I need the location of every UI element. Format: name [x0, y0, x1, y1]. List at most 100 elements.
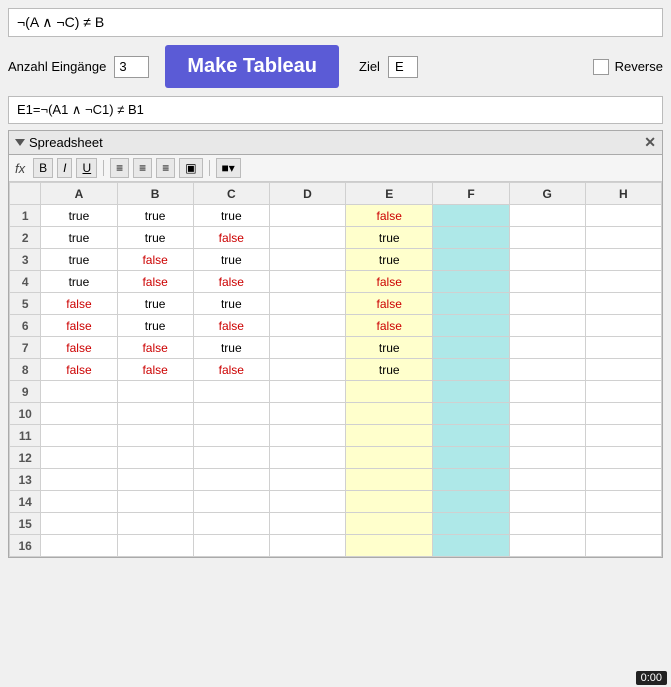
cell-g-1[interactable] — [509, 205, 585, 227]
cell-d-11[interactable] — [269, 425, 345, 447]
cell-a-13[interactable] — [41, 469, 117, 491]
cell-h-15[interactable] — [585, 513, 661, 535]
cell-c-4[interactable]: false — [193, 271, 269, 293]
cell-b-8[interactable]: false — [117, 359, 193, 381]
cell-b-14[interactable] — [117, 491, 193, 513]
cell-e-9[interactable] — [346, 381, 433, 403]
cell-d-9[interactable] — [269, 381, 345, 403]
cell-d-10[interactable] — [269, 403, 345, 425]
cell-b-1[interactable]: true — [117, 205, 193, 227]
cell-f-1[interactable] — [433, 205, 509, 227]
cell-c-11[interactable] — [193, 425, 269, 447]
cell-e-2[interactable]: true — [346, 227, 433, 249]
cell-e-7[interactable]: true — [346, 337, 433, 359]
cell-a-16[interactable] — [41, 535, 117, 557]
cell-d-14[interactable] — [269, 491, 345, 513]
format-button[interactable]: ■▾ — [216, 158, 241, 178]
cell-d-13[interactable] — [269, 469, 345, 491]
cell-a-12[interactable] — [41, 447, 117, 469]
align-center-button[interactable]: ≡ — [133, 158, 152, 178]
cell-f-6[interactable] — [433, 315, 509, 337]
cell-a-9[interactable] — [41, 381, 117, 403]
cell-a-2[interactable]: true — [41, 227, 117, 249]
cell-a-15[interactable] — [41, 513, 117, 535]
make-tableau-button[interactable]: Make Tableau — [165, 45, 339, 88]
italic-button[interactable]: I — [57, 158, 72, 178]
cell-h-13[interactable] — [585, 469, 661, 491]
cell-c-12[interactable] — [193, 447, 269, 469]
cell-f-3[interactable] — [433, 249, 509, 271]
cell-e-10[interactable] — [346, 403, 433, 425]
cell-h-7[interactable] — [585, 337, 661, 359]
cell-f-16[interactable] — [433, 535, 509, 557]
cell-g-4[interactable] — [509, 271, 585, 293]
cell-a-8[interactable]: false — [41, 359, 117, 381]
cell-e-4[interactable]: false — [346, 271, 433, 293]
cell-c-10[interactable] — [193, 403, 269, 425]
reverse-checkbox[interactable] — [593, 59, 609, 75]
cell-e-3[interactable]: true — [346, 249, 433, 271]
cell-f-7[interactable] — [433, 337, 509, 359]
cell-d-2[interactable] — [269, 227, 345, 249]
cell-h-9[interactable] — [585, 381, 661, 403]
cell-c-14[interactable] — [193, 491, 269, 513]
cell-e-5[interactable]: false — [346, 293, 433, 315]
cell-c-9[interactable] — [193, 381, 269, 403]
cell-d-4[interactable] — [269, 271, 345, 293]
cell-f-4[interactable] — [433, 271, 509, 293]
bold-button[interactable]: B — [33, 158, 53, 178]
cell-d-1[interactable] — [269, 205, 345, 227]
cell-f-14[interactable] — [433, 491, 509, 513]
cell-g-7[interactable] — [509, 337, 585, 359]
cell-f-11[interactable] — [433, 425, 509, 447]
cell-c-5[interactable]: true — [193, 293, 269, 315]
cell-g-9[interactable] — [509, 381, 585, 403]
cell-b-13[interactable] — [117, 469, 193, 491]
cell-a-3[interactable]: true — [41, 249, 117, 271]
cell-c-6[interactable]: false — [193, 315, 269, 337]
cell-a-14[interactable] — [41, 491, 117, 513]
cell-h-11[interactable] — [585, 425, 661, 447]
cell-e-13[interactable] — [346, 469, 433, 491]
cell-d-8[interactable] — [269, 359, 345, 381]
cell-b-2[interactable]: true — [117, 227, 193, 249]
cell-e-12[interactable] — [346, 447, 433, 469]
cell-f-9[interactable] — [433, 381, 509, 403]
cell-d-12[interactable] — [269, 447, 345, 469]
cell-b-9[interactable] — [117, 381, 193, 403]
ziel-input[interactable] — [388, 56, 418, 78]
cell-d-16[interactable] — [269, 535, 345, 557]
cell-d-5[interactable] — [269, 293, 345, 315]
cell-g-12[interactable] — [509, 447, 585, 469]
cell-b-11[interactable] — [117, 425, 193, 447]
cell-d-15[interactable] — [269, 513, 345, 535]
cell-a-11[interactable] — [41, 425, 117, 447]
cell-c-3[interactable]: true — [193, 249, 269, 271]
cell-g-13[interactable] — [509, 469, 585, 491]
cell-f-12[interactable] — [433, 447, 509, 469]
cell-h-1[interactable] — [585, 205, 661, 227]
cell-c-2[interactable]: false — [193, 227, 269, 249]
cell-c-7[interactable]: true — [193, 337, 269, 359]
cell-b-15[interactable] — [117, 513, 193, 535]
cell-h-12[interactable] — [585, 447, 661, 469]
cell-h-2[interactable] — [585, 227, 661, 249]
cell-h-10[interactable] — [585, 403, 661, 425]
cell-d-6[interactable] — [269, 315, 345, 337]
cell-f-15[interactable] — [433, 513, 509, 535]
cell-c-8[interactable]: false — [193, 359, 269, 381]
cell-g-11[interactable] — [509, 425, 585, 447]
cell-g-8[interactable] — [509, 359, 585, 381]
cell-h-5[interactable] — [585, 293, 661, 315]
cell-c-13[interactable] — [193, 469, 269, 491]
cell-f-10[interactable] — [433, 403, 509, 425]
cell-c-1[interactable]: true — [193, 205, 269, 227]
cell-c-16[interactable] — [193, 535, 269, 557]
cell-b-4[interactable]: false — [117, 271, 193, 293]
cell-e-6[interactable]: false — [346, 315, 433, 337]
cell-e-16[interactable] — [346, 535, 433, 557]
collapse-icon[interactable] — [15, 139, 25, 146]
cell-f-2[interactable] — [433, 227, 509, 249]
cell-f-13[interactable] — [433, 469, 509, 491]
cell-f-8[interactable] — [433, 359, 509, 381]
